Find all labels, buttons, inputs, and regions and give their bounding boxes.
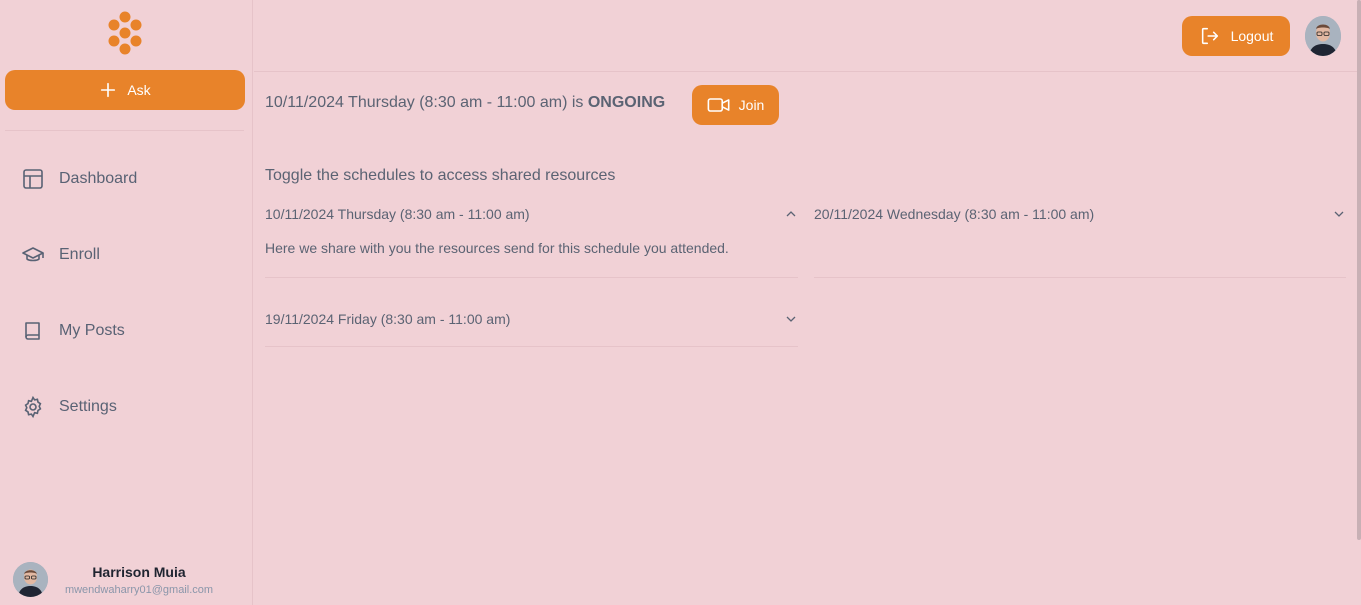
- schedule-accordion: 20/11/2024 Wednesday (8:30 am - 11:00 am…: [814, 204, 1346, 278]
- ask-button[interactable]: Ask: [5, 70, 245, 110]
- schedule-accordion-header[interactable]: 10/11/2024 Thursday (8:30 am - 11:00 am): [265, 204, 798, 224]
- schedule-label: 20/11/2024 Wednesday (8:30 am - 11:00 am…: [814, 206, 1095, 222]
- join-button-label: Join: [738, 97, 765, 113]
- logout-button-label: Logout: [1230, 28, 1274, 44]
- graduation-cap-icon: [22, 247, 44, 262]
- logo-icon[interactable]: [105, 11, 145, 55]
- session-status-text: 10/11/2024 Thursday (8:30 am - 11:00 am)…: [265, 94, 584, 111]
- user-name: Harrison Muia: [92, 564, 186, 580]
- scrollbar[interactable]: [1357, 0, 1361, 540]
- sidebar-item-label: Enroll: [59, 246, 100, 263]
- schedule-label: 10/11/2024 Thursday (8:30 am - 11:00 am): [265, 206, 530, 222]
- user-profile[interactable]: Harrison Muia mwendwaharry01@gmail.com: [13, 562, 248, 600]
- sidebar-item-label: Settings: [59, 398, 117, 415]
- book-icon: [25, 322, 40, 340]
- sidebar-divider: [5, 130, 244, 131]
- chevron-up-icon: [786, 211, 796, 217]
- session-status: 10/11/2024 Thursday (8:30 am - 11:00 am)…: [265, 94, 665, 112]
- sidebar-item-settings[interactable]: Settings: [21, 394, 117, 420]
- gear-icon: [24, 395, 42, 419]
- join-button[interactable]: Join: [692, 85, 779, 125]
- chevron-down-icon: [786, 316, 796, 322]
- sidebar-item-my-posts[interactable]: My Posts: [21, 318, 125, 344]
- sidebar-item-label: Dashboard: [59, 170, 138, 187]
- sidebar-item-dashboard[interactable]: Dashboard: [21, 166, 137, 192]
- logout-button[interactable]: Logout: [1182, 16, 1290, 56]
- layout-icon: [23, 169, 43, 189]
- schedule-resources-text: Here we share with you the resources sen…: [265, 240, 729, 256]
- ask-button-label: Ask: [127, 82, 151, 98]
- schedule-accordion: 19/11/2024 Friday (8:30 am - 11:00 am): [265, 309, 798, 347]
- sidebar-item-enroll[interactable]: Enroll: [21, 242, 100, 268]
- logout-icon: [1201, 27, 1218, 45]
- avatar[interactable]: [13, 562, 48, 597]
- schedule-accordion: 10/11/2024 Thursday (8:30 am - 11:00 am)…: [265, 204, 798, 278]
- avatar[interactable]: [1305, 16, 1341, 56]
- section-title: Toggle the schedules to access shared re…: [265, 167, 616, 184]
- schedule-label: 19/11/2024 Friday (8:30 am - 11:00 am): [265, 311, 511, 327]
- session-status-value: ONGOING: [587, 94, 666, 111]
- chevron-down-icon: [1334, 211, 1344, 217]
- sidebar: Ask Dashboard Enroll My Posts Settings H…: [0, 0, 253, 605]
- schedule-accordion-header[interactable]: 19/11/2024 Friday (8:30 am - 11:00 am): [265, 309, 798, 329]
- plus-icon: [101, 82, 116, 98]
- user-email: mwendwaharry01@gmail.com: [64, 584, 214, 596]
- sidebar-item-label: My Posts: [59, 322, 125, 339]
- schedule-accordion-header[interactable]: 20/11/2024 Wednesday (8:30 am - 11:00 am…: [814, 204, 1346, 224]
- video-camera-icon: [707, 98, 730, 112]
